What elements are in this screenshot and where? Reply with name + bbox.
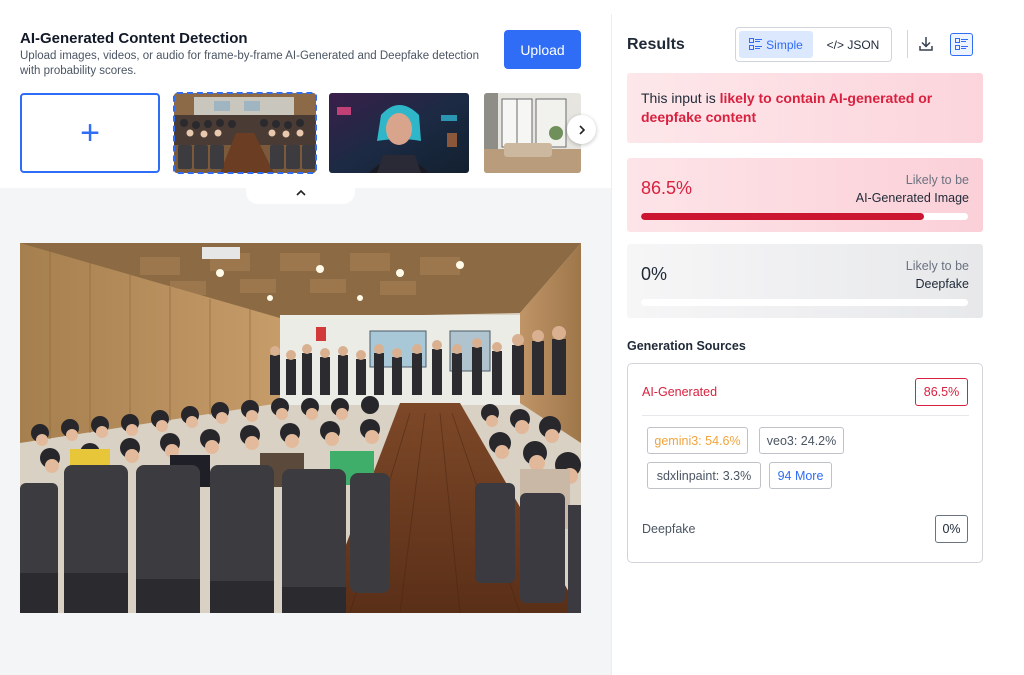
panel-divider	[611, 14, 612, 675]
chevron-right-icon	[578, 124, 585, 135]
toggle-simple-label: Simple	[766, 37, 803, 52]
ai-generated-badge: 86.5%	[915, 378, 968, 406]
ai-score-label: Likely to be AI-Generated Image	[856, 171, 969, 207]
ai-score-bar	[641, 213, 968, 220]
view-toggle: Simple </> JSON	[735, 27, 892, 62]
deepfake-score-card: 0% Likely to be Deepfake	[627, 244, 983, 318]
deepfake-score-bar	[641, 299, 968, 306]
source-chip-veo3: veo3: 24.2%	[759, 427, 844, 454]
thumbnail-cyberpunk-portrait[interactable]	[329, 93, 469, 173]
preview-image	[20, 243, 581, 613]
deepfake-label: Deepfake	[642, 522, 696, 536]
deepfake-score-label-top: Likely to be	[905, 259, 969, 273]
toolbar-divider	[907, 30, 908, 58]
ai-generated-score-card: 86.5% Likely to be AI-Generated Image	[627, 158, 983, 232]
list-icon	[749, 38, 763, 50]
deepfake-badge: 0%	[935, 515, 968, 543]
page-subtitle: Upload images, videos, or audio for fram…	[20, 50, 479, 77]
ai-score-label-bottom: AI-Generated Image	[855, 191, 969, 205]
ai-generated-label: AI-Generated	[642, 385, 718, 399]
ai-score-label-top: Likely to be	[905, 173, 969, 187]
generation-sources-panel: AI-Generated 86.5% gemini3: 54.6% veo3: …	[627, 363, 983, 563]
verdict-prefix: This input is	[641, 90, 720, 106]
ai-score-value: 86.5%	[641, 178, 693, 198]
source-chip-gemini3: gemini3: 54.6%	[647, 427, 748, 454]
deepfake-score-label-bottom: Deepfake	[915, 277, 969, 291]
plus-icon: +	[80, 114, 100, 152]
generation-sources-title: Generation Sources	[627, 339, 746, 353]
toggle-json-button[interactable]: </> JSON	[816, 31, 890, 58]
more-sources-button[interactable]: 94 More	[769, 462, 832, 489]
page-title: AI-Generated Content Detection	[20, 30, 248, 47]
next-thumbnail-button[interactable]	[567, 115, 596, 144]
verdict-banner: This input is likely to contain AI-gener…	[627, 73, 983, 143]
sources-divider	[642, 415, 969, 416]
upload-button[interactable]: Upload	[504, 30, 581, 69]
results-title: Results	[627, 36, 685, 53]
detailed-view-button[interactable]	[950, 33, 973, 56]
download-icon[interactable]	[917, 35, 935, 53]
deepfake-score-label: Likely to be Deepfake	[906, 257, 969, 293]
ai-score-bar-fill	[641, 213, 924, 220]
chevron-up-icon	[295, 189, 306, 196]
deepfake-score-value: 0%	[641, 264, 668, 284]
collapse-gallery-button[interactable]	[246, 182, 355, 204]
toggle-json-label: </> JSON	[826, 37, 880, 52]
source-chip-sdxlinpaint: sdxlinpaint: 3.3%	[647, 462, 761, 489]
toggle-simple-button[interactable]: Simple	[739, 31, 813, 58]
thumbnail-lecture-hall[interactable]	[173, 92, 317, 174]
add-media-button[interactable]: +	[20, 93, 160, 173]
list-detail-icon	[955, 38, 968, 50]
